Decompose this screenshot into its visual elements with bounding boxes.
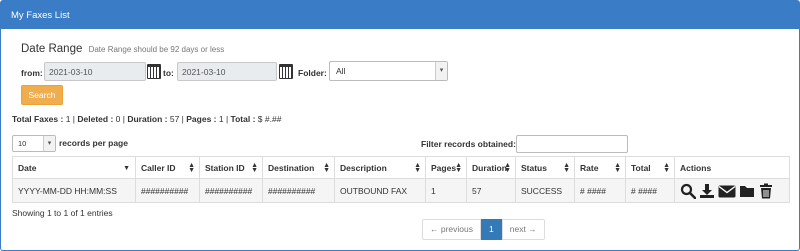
sort-icon: ▲ ▼ [251,162,258,174]
totals-summary: Total Faxes : 1 | Deleted : 0 | Duration… [12,114,282,124]
sort-icon: ▲ ▼ [188,162,195,174]
cell-actions [674,178,790,203]
cell-destination: ########## [262,178,335,203]
column-header-rate[interactable]: Rate ▲ ▼ [574,156,626,179]
sort-icon: ▲ ▼ [663,162,670,174]
total-faxes-value: 1 [65,114,71,124]
folder-label: Folder: [298,68,327,78]
pagination: ← previous 1 next → [422,219,545,240]
panel-header: My Faxes List [1,1,799,29]
records-per-page-select[interactable]: 10 ▾ [12,135,56,152]
filter-label: Filter records obtained: [421,139,516,149]
duration-value: 57 [169,114,180,124]
column-header-date[interactable]: Date ▼ [12,156,136,179]
chevron-down-icon: ▾ [435,62,447,80]
records-per-page-label: records per page [59,138,128,148]
pages-value: 1 [218,114,224,124]
sort-icon: ▲ ▼ [504,162,511,174]
table-header-row: Date ▼ Caller ID ▲ ▼ Station ID ▲ ▼ Destinati… [12,156,790,179]
folder-select[interactable]: All ▾ [329,61,448,81]
column-header-pages[interactable]: Pages ▲ ▼ [425,156,467,179]
cell-caller-id: ########## [135,178,200,203]
pagination-previous[interactable]: ← previous [422,219,481,240]
faxes-table: Date ▼ Caller ID ▲ ▼ Station ID ▲ ▼ Destinati… [12,156,790,203]
column-header-duration[interactable]: Duration ▲ ▼ [466,156,516,179]
column-header-total[interactable]: Total ▲ ▼ [625,156,675,179]
to-date-input[interactable]: 2021-03-10 [177,62,277,81]
column-header-caller-id[interactable]: Caller ID ▲ ▼ [135,156,200,179]
pages-label: Pages : [186,114,217,124]
envelope-icon[interactable] [718,183,736,199]
duration-label: Duration : [127,114,168,124]
to-label: to: [163,68,174,78]
folder-selected-value: All [336,66,346,76]
cell-description: OUTBOUND FAX [334,178,426,203]
showing-entries-text: Showing 1 to 1 of 1 entries [12,208,113,218]
cell-station-id: ########## [199,178,263,203]
sort-icon: ▲ ▼ [414,162,421,174]
cell-status: SUCCESS [515,178,575,203]
faxes-panel: My Faxes List Date Range Date Range shou… [0,0,800,251]
sort-desc-icon: ▼ [123,165,130,172]
column-header-station-id[interactable]: Station ID ▲ ▼ [199,156,263,179]
sort-icon: ▲ ▼ [563,162,570,174]
sort-icon: ▲ ▼ [323,162,330,174]
column-header-destination[interactable]: Destination ▲ ▼ [262,156,335,179]
total-value: $ #.## [257,114,282,124]
panel-title: My Faxes List [11,10,70,21]
cell-duration: 57 [466,178,516,203]
deleted-label: Deleted : [77,114,114,124]
from-date-input[interactable]: 2021-03-10 [44,62,146,81]
folder-icon[interactable] [739,183,755,199]
column-header-description[interactable]: Description ▲ ▼ [334,156,426,179]
column-header-status[interactable]: Status ▲ ▼ [515,156,575,179]
date-range-title: Date Range Date Range should be 92 days … [21,43,224,55]
pagination-next[interactable]: next → [501,219,545,240]
search-button[interactable]: Search [21,85,63,105]
filter-input[interactable] [516,135,628,153]
total-faxes-label: Total Faxes : [12,114,64,124]
trash-icon[interactable] [758,183,774,199]
from-label: from: [21,68,43,78]
sort-icon: ▲ ▼ [455,162,462,174]
date-range-note: Date Range should be 92 days or less [88,45,225,54]
pagination-page-1[interactable]: 1 [481,219,502,240]
column-header-actions: Actions [674,156,790,179]
search-icon[interactable] [680,183,696,199]
table-row: YYYY-MM-DD HH:MM:SS ########## #########… [12,178,790,203]
from-calendar-icon[interactable] [147,64,161,79]
sort-icon: ▲ ▼ [614,162,621,174]
to-calendar-icon[interactable] [279,64,293,79]
cell-total: # #### [625,178,675,203]
total-label: Total : [230,114,256,124]
download-icon[interactable] [699,183,715,199]
cell-pages: 1 [425,178,467,203]
records-per-page-value: 10 [18,139,27,148]
date-range-heading: Date Range [21,43,83,55]
cell-date: YYYY-MM-DD HH:MM:SS [12,178,136,203]
cell-rate: # #### [574,178,626,203]
chevron-down-icon: ▾ [43,136,55,151]
deleted-value: 0 [115,114,121,124]
